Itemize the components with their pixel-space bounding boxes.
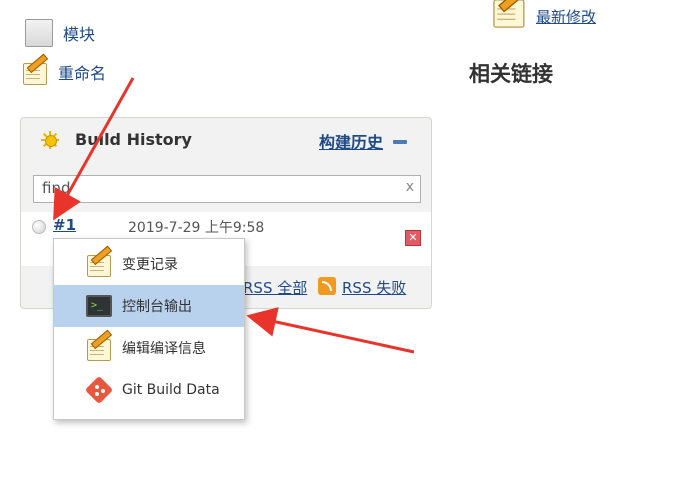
build-search-box: x [33, 175, 421, 203]
menu-item-git-build-data[interactable]: Git Build Data [54, 369, 244, 411]
rss-all-link[interactable]: RSS 全部 [243, 277, 307, 298]
menu-item-changes[interactable]: 变更记录 [54, 243, 244, 285]
rss-icon [318, 277, 336, 295]
menu-item-label: 变更记录 [122, 257, 178, 273]
recent-changes-link[interactable]: 最新修改 [492, 0, 596, 28]
notepad-icon [492, 0, 536, 38]
rss-failed-link[interactable]: RSS 失败 [342, 277, 406, 298]
related-links-heading: 相关链接 [469, 62, 553, 86]
notepad-icon [22, 53, 49, 85]
recent-changes-label: 最新修改 [536, 7, 597, 26]
delete-build-icon[interactable]: ✕ [405, 230, 421, 246]
module-icon [25, 19, 53, 47]
clear-search-button[interactable]: x [406, 179, 414, 195]
build-search-input[interactable] [34, 176, 400, 200]
task-module[interactable]: 模块 [22, 19, 95, 47]
arrow-to-console-output [246, 307, 415, 354]
build-trend-link[interactable]: 构建历史 [319, 129, 383, 153]
build-number-link[interactable]: #1 [53, 216, 76, 234]
build-date[interactable]: 2019-7-29 上午9:58 [128, 217, 264, 237]
task-module-label: 模块 [63, 25, 96, 44]
menu-item-console-output[interactable]: >_ 控制台输出 [54, 285, 244, 327]
task-rename[interactable]: 重命名 [22, 53, 107, 85]
collapse-icon[interactable] [393, 140, 407, 144]
build-context-menu: 变更记录 >_ 控制台输出 编辑编译信息 Git Build Data [53, 238, 245, 420]
menu-item-label: 控制台输出 [122, 299, 192, 315]
menu-item-label: 编辑编译信息 [122, 341, 206, 357]
menu-item-edit-build-info[interactable]: 编辑编译信息 [54, 327, 244, 369]
notepad-icon [86, 329, 114, 361]
menu-item-label: Git Build Data [122, 382, 220, 398]
build-history-title: Build History [75, 130, 192, 149]
sun-icon [41, 131, 59, 149]
task-rename-label: 重命名 [58, 64, 107, 83]
console-icon: >_ [86, 295, 114, 321]
build-history-header: Build History 构建历史 [21, 118, 431, 162]
status-ball-icon [32, 220, 46, 234]
notepad-icon [86, 245, 114, 277]
git-icon [84, 375, 114, 405]
